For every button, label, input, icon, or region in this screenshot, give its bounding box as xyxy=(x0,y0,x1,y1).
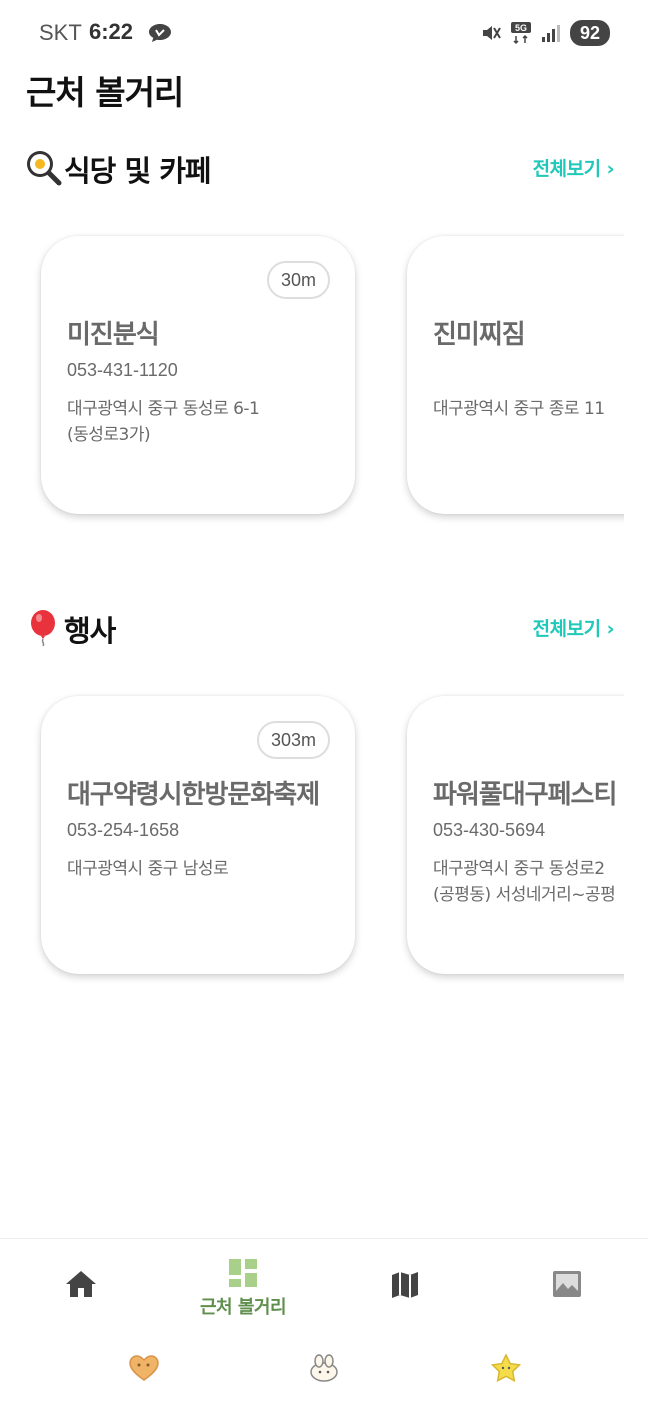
signal-icon xyxy=(542,25,560,42)
mute-icon xyxy=(483,26,501,40)
place-card[interactable]: 30m 미진분식 053-431-1120 대구광역시 중구 동성로 6-1 (… xyxy=(41,236,355,514)
event-address: 대구광역시 중구 남성로 xyxy=(67,859,229,879)
nav-home[interactable] xyxy=(0,1239,162,1339)
event-card[interactable]: 파워풀대구페스티 053-430-5694 대구광역시 중구 동성로2 (공평동… xyxy=(407,696,624,974)
place-address: 대구광역시 중구 종로 11 xyxy=(433,399,605,419)
image-icon xyxy=(553,1271,581,1297)
place-address: 대구광역시 중구 동성로 6-1 (동성로3가) xyxy=(67,399,260,445)
distance-badge: 30m xyxy=(266,261,330,299)
clock: 6:22 xyxy=(89,19,134,44)
event-card[interactable]: 303m 대구약령시한방문화축제 053-254-1658 대구광역시 중구 남… xyxy=(41,696,355,974)
frying-pan-egg-icon xyxy=(27,151,62,186)
nav-gallery[interactable] xyxy=(486,1239,648,1339)
section-title: 식당 및 카페 xyxy=(64,154,212,188)
status-icons: 5G 92 xyxy=(480,20,610,46)
carrier-label: SKT xyxy=(39,20,82,45)
event-name: 파워풀대구페스티 xyxy=(433,780,617,810)
place-phone: 053-431-1120 xyxy=(67,360,178,380)
screen: SKT 6:22 5G 92 근처 볼거리 식당 및 카페 전체보기 › 30m… xyxy=(0,0,648,1404)
section-header-restaurants: 식당 및 카페 전체보기 › xyxy=(24,146,615,190)
event-address: 대구광역시 중구 동성로2 (공평동) 서성네거리~공평 xyxy=(433,859,616,905)
section-header-events: 행사 전체보기 › xyxy=(24,606,615,650)
network-5g-icon: 5G xyxy=(511,22,531,45)
event-name: 대구약령시한방문화축제 xyxy=(67,780,320,810)
chat-bubble-icon xyxy=(149,24,171,42)
bunny-icon[interactable] xyxy=(308,1354,340,1382)
card-carousel-restaurants[interactable]: 30m 미진분식 053-431-1120 대구광역시 중구 동성로 6-1 (… xyxy=(0,232,624,532)
place-card[interactable]: 진미찌짐 대구광역시 중구 종로 11 xyxy=(407,236,624,514)
battery-indicator: 92 xyxy=(570,20,610,46)
card-carousel-events[interactable]: 303m 대구약령시한방문화축제 053-254-1658 대구광역시 중구 남… xyxy=(0,692,624,992)
nav-map[interactable] xyxy=(324,1239,486,1339)
nav-label: 근처 볼거리 xyxy=(199,1297,287,1318)
event-phone: 053-430-5694 xyxy=(433,820,546,840)
map-icon xyxy=(392,1272,418,1298)
page-title: 근처 볼거리 xyxy=(26,73,184,112)
see-all-link[interactable]: 전체보기 › xyxy=(533,154,615,181)
heart-cookie-icon[interactable] xyxy=(128,1354,160,1382)
section-title: 행사 xyxy=(64,614,116,648)
place-name: 진미찌짐 xyxy=(433,320,526,350)
star-icon[interactable] xyxy=(490,1354,522,1382)
place-name: 미진분식 xyxy=(67,320,160,350)
svg-text:5G: 5G xyxy=(515,23,527,33)
distance-badge: 303m xyxy=(256,721,330,759)
nav-nearby[interactable]: 근처 볼거리 xyxy=(162,1239,324,1339)
balloon-icon xyxy=(31,610,55,646)
event-phone: 053-254-1658 xyxy=(67,820,180,840)
home-icon xyxy=(66,1271,96,1297)
see-all-link[interactable]: 전체보기 › xyxy=(533,614,615,641)
dashboard-icon xyxy=(229,1259,257,1287)
status-bar: SKT 6:22 5G 92 xyxy=(0,0,648,66)
